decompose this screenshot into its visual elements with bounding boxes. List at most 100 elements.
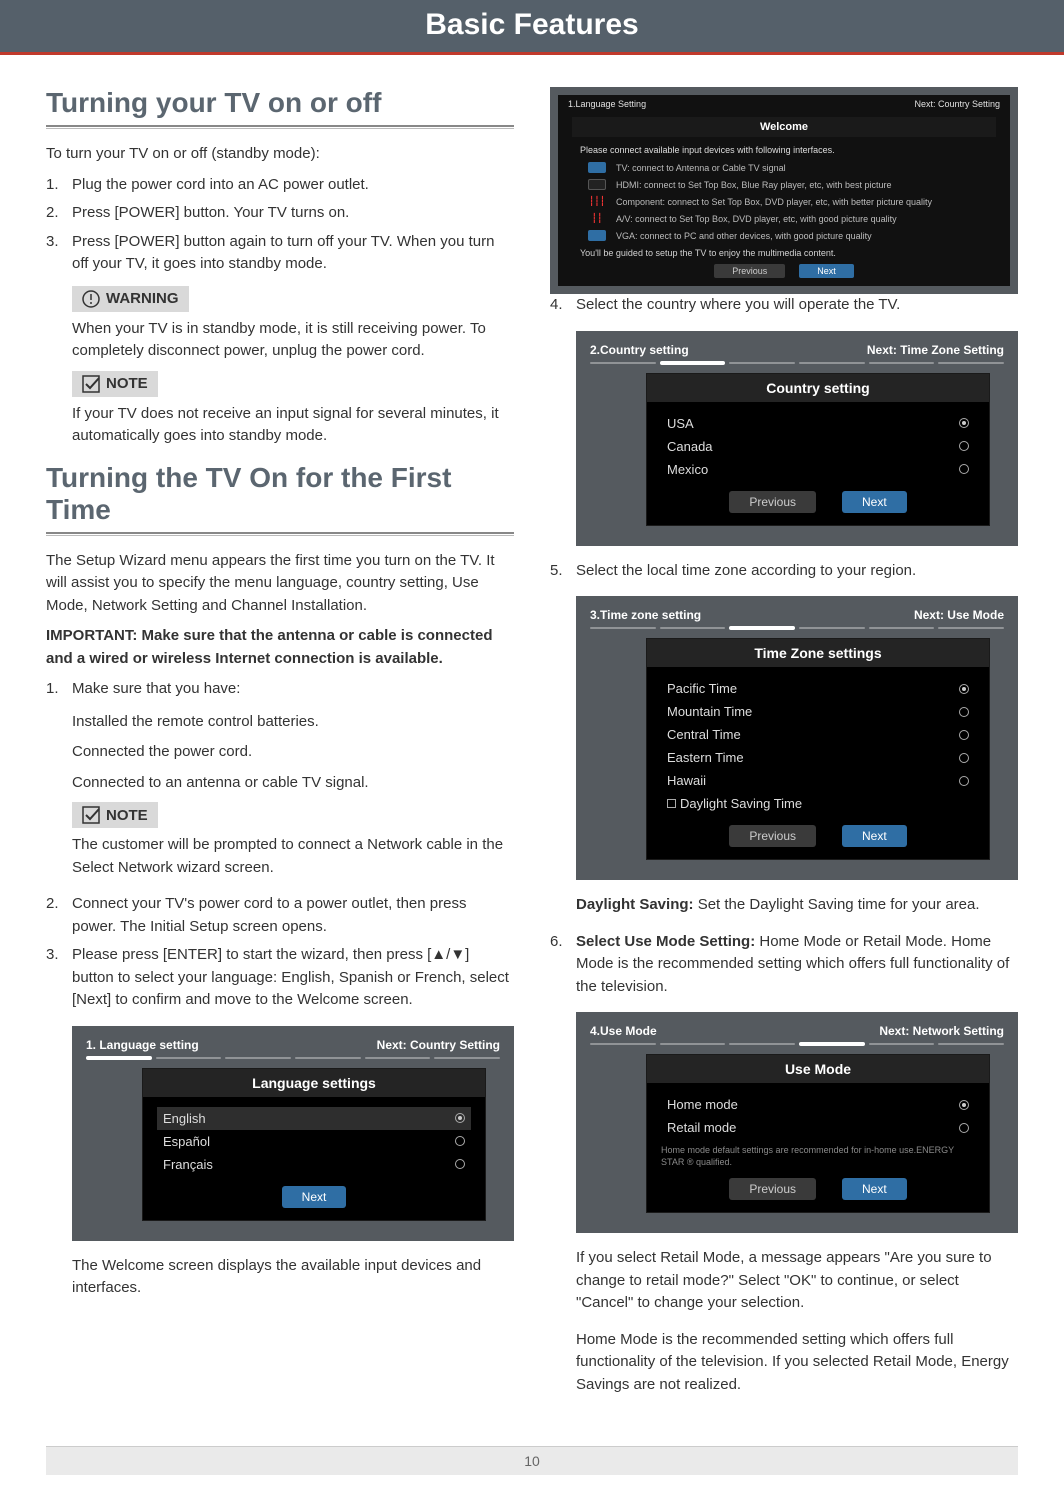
section1-intro: To turn your TV on or off (standby mode)… [46,143,514,166]
welcome-step-label: 1.Language Setting [568,99,646,109]
warning-icon [82,290,100,308]
right-step-6: 6.Select Use Mode Setting: Home Mode or … [550,931,1018,999]
av-icon: ┆┆ [588,213,606,224]
progress-bar [86,1056,500,1060]
previous-button[interactable]: Previous [729,491,816,513]
tz-option-dst[interactable]: Daylight Saving Time [661,792,975,815]
step-text: Please press [ENTER] to start the wizard… [72,944,514,1012]
step-number: 1. [46,678,64,701]
tz-option-eastern[interactable]: Eastern Time [661,746,975,769]
tz-option-mountain[interactable]: Mountain Time [661,700,975,723]
progress-bar [590,1042,1004,1046]
timezone-setting-screenshot: 3.Time zone setting Next: Use Mode Time … [576,596,1018,880]
radio-icon [959,464,969,474]
use-mode-box: Use Mode Home mode Retail mode Home mode… [646,1054,990,1213]
shot-next-label: Next: Use Mode [914,608,1004,622]
previous-button[interactable]: Previous [714,264,785,278]
note-text: If your TV does not receive an input sig… [72,403,514,448]
check-icon [82,375,100,393]
next-button[interactable]: Next [842,491,907,513]
right-step-5: 5. Select the local time zone according t… [550,560,1018,583]
radio-icon [959,730,969,740]
use-option-home[interactable]: Home mode [661,1093,975,1116]
step-text: Plug the power cord into an AC power out… [72,174,369,197]
use-mode-hint: Home mode default settings are recommend… [661,1145,975,1168]
step-text: Select the local time zone according to … [576,560,916,583]
checkbox-icon [667,799,676,808]
right-step-4: 4. Select the country where you will oper… [550,294,1018,317]
step-number: 1. [46,174,64,197]
welcome-row-vga: VGA: connect to PC and other devices, wi… [558,227,1010,244]
welcome-row-av: ┆┆A/V: connect to Set Top Box, DVD playe… [558,210,1010,227]
country-option-canada[interactable]: Canada [661,435,975,458]
shot-next-label: Next: Network Setting [879,1024,1004,1038]
use-mode-screenshot: 4.Use Mode Next: Network Setting Use Mod… [576,1012,1018,1233]
substep: Installed the remote control batteries. [72,711,514,734]
tz-option-central[interactable]: Central Time [661,723,975,746]
section-divider [46,532,514,536]
warning-text: When your TV is in standby mode, it is s… [72,318,514,363]
country-option-mexico[interactable]: Mexico [661,458,975,481]
language-option-french[interactable]: Français [157,1153,471,1176]
note-badge: NOTE [72,802,158,828]
step-number: 2. [46,202,64,225]
use-mode-box-title: Use Mode [647,1055,989,1083]
shot-next-label: Next: Country Setting [377,1038,500,1052]
tv-icon [588,162,606,173]
country-setting-screenshot: 2.Country setting Next: Time Zone Settin… [576,331,1018,546]
step-text: Connect your TV's power cord to a power … [72,893,514,938]
next-button[interactable]: Next [799,264,854,278]
step-number: 5. [550,560,568,583]
note-text: The customer will be prompted to connect… [72,834,514,879]
hdmi-icon [588,179,606,190]
timezone-box: Time Zone settings Pacific Time Mountain… [646,638,990,860]
retail-mode-text-2: Home Mode is the recommended setting whi… [550,1329,1018,1397]
warning-badge: WARNING [72,286,189,312]
shot-step-label: 3.Time zone setting [590,608,701,622]
radio-icon [455,1113,465,1123]
warning-label: WARNING [106,290,179,307]
use-option-retail[interactable]: Retail mode [661,1116,975,1139]
note-label: NOTE [106,807,148,824]
next-button[interactable]: Next [282,1186,347,1208]
country-box: Country setting USA Canada Mexico Previo… [646,373,990,526]
retail-mode-text-1: If you select Retail Mode, a message app… [550,1247,1018,1315]
welcome-row-tv: TV: connect to Antenna or Cable TV signa… [558,159,1010,176]
section2-p1: The Setup Wizard menu appears the first … [46,550,514,618]
language-box-title: Language settings [143,1069,485,1097]
note-badge: NOTE [72,371,158,397]
step-text: Select the country where you will operat… [576,294,900,317]
welcome-title: Welcome [572,117,996,137]
progress-bar [590,626,1004,630]
important-text: IMPORTANT: Make sure that the antenna or… [46,625,514,670]
shot-step-label: 1. Language setting [86,1038,199,1052]
section1-title: Turning your TV on or off [46,87,514,119]
tz-option-hawaii[interactable]: Hawaii [661,769,975,792]
previous-button[interactable]: Previous [729,1178,816,1200]
section1-steps: 1. Plug the power cord into an AC power o… [46,174,514,276]
radio-icon [455,1136,465,1146]
welcome-row-hdmi: HDMI: connect to Set Top Box, Blue Ray p… [558,176,1010,193]
step-number: 6. [550,931,568,999]
radio-icon [959,776,969,786]
welcome-row-component: ┆┆┆Component: connect to Set Top Box, DV… [558,193,1010,210]
next-button[interactable]: Next [842,1178,907,1200]
welcome-description: The Welcome screen displays the availabl… [46,1255,514,1300]
step-text: Press [POWER] button. Your TV turns on. [72,202,349,225]
previous-button[interactable]: Previous [729,825,816,847]
language-option-spanish[interactable]: Español [157,1130,471,1153]
radio-icon [455,1159,465,1169]
step-text: Press [POWER] button again to turn off y… [72,231,514,276]
right-column: 1.Language Setting Next: Country Setting… [550,87,1018,1410]
step-text: Select Use Mode Setting: Home Mode or Re… [576,931,1018,999]
language-setting-screenshot: 1. Language setting Next: Country Settin… [72,1026,514,1241]
welcome-screenshot: 1.Language Setting Next: Country Setting… [550,87,1018,294]
next-button[interactable]: Next [842,825,907,847]
language-option-english[interactable]: English [157,1107,471,1130]
left-column: Turning your TV on or off To turn your T… [46,87,514,1410]
country-option-usa[interactable]: USA [661,412,975,435]
language-box: Language settings English Español França… [142,1068,486,1221]
tz-option-pacific[interactable]: Pacific Time [661,677,975,700]
section-divider [46,125,514,129]
step-number: 4. [550,294,568,317]
